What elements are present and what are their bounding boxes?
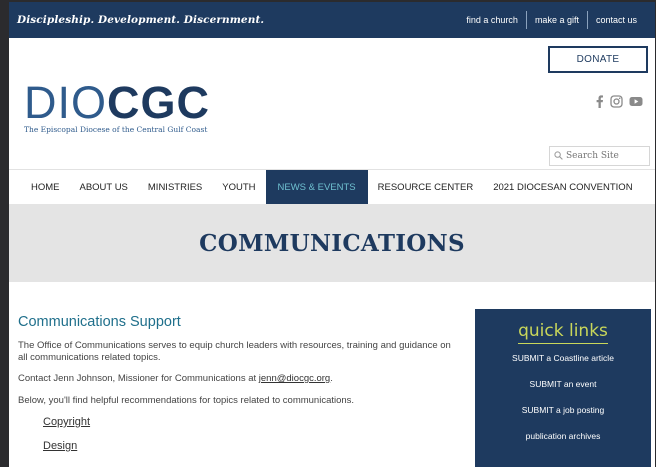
design-link[interactable]: Design bbox=[43, 440, 458, 452]
logo-part-cgc: CGC bbox=[107, 77, 211, 128]
logo-part-dio: DIO bbox=[24, 77, 108, 128]
browser-page: Discipleship. Development. Discernment. … bbox=[9, 2, 655, 467]
find-church-link[interactable]: find a church bbox=[458, 15, 526, 25]
quick-links-title: quick links bbox=[518, 321, 608, 344]
recommendations-paragraph: Below, you'll find helpful recommendatio… bbox=[18, 394, 355, 406]
nav-about-us[interactable]: ABOUT US bbox=[70, 170, 138, 204]
copyright-link[interactable]: Copyright bbox=[43, 416, 458, 428]
nav-ministries[interactable]: MINISTRIES bbox=[138, 170, 212, 204]
page-title: COMMUNICATIONS bbox=[199, 229, 465, 257]
logo-subtitle: The Episcopal Diocese of the Central Gul… bbox=[24, 125, 208, 134]
contact-period: . bbox=[330, 373, 333, 384]
contact-text: Contact Jenn Johnson, Missioner for Comm… bbox=[18, 373, 259, 384]
logo-wordmark: DIOCGC bbox=[24, 80, 210, 125]
main-content: Communications Support The Office of Com… bbox=[18, 314, 458, 464]
contact-us-link[interactable]: contact us bbox=[588, 15, 645, 25]
search-icon bbox=[554, 147, 563, 165]
nav-diocesan-convention[interactable]: 2021 DIOCESAN CONVENTION bbox=[483, 170, 642, 204]
nav-resource-center[interactable]: RESOURCE CENTER bbox=[368, 170, 484, 204]
nav-news-events[interactable]: NEWS & EVENTS bbox=[265, 170, 368, 204]
donate-button[interactable]: DONATE bbox=[548, 46, 648, 73]
page-title-band: COMMUNICATIONS bbox=[9, 204, 655, 282]
section-heading: Communications Support bbox=[18, 314, 181, 330]
email-link[interactable]: jenn@diocgc.org bbox=[259, 373, 330, 384]
make-gift-link[interactable]: make a gift bbox=[527, 15, 587, 25]
contact-paragraph: Contact Jenn Johnson, Missioner for Comm… bbox=[18, 373, 458, 385]
top-bar: Discipleship. Development. Discernment. … bbox=[9, 2, 655, 38]
quick-links-panel: quick links SUBMIT a Coastline article S… bbox=[475, 309, 651, 467]
submit-coastline-link[interactable]: SUBMIT a Coastline article bbox=[475, 352, 651, 365]
instagram-icon[interactable] bbox=[610, 95, 623, 108]
youtube-icon[interactable] bbox=[629, 96, 643, 107]
submit-job-link[interactable]: SUBMIT a job posting bbox=[475, 404, 651, 417]
nav-home[interactable]: HOME bbox=[9, 170, 70, 204]
publication-archives-link[interactable]: publication archives bbox=[475, 430, 651, 443]
tagline: Discipleship. Development. Discernment. bbox=[17, 14, 265, 26]
nav-youth[interactable]: YOUTH bbox=[212, 170, 265, 204]
site-logo[interactable]: DIOCGC The Episcopal Diocese of the Cent… bbox=[24, 80, 210, 134]
intro-paragraph: The Office of Communications serves to e… bbox=[18, 340, 451, 363]
search-box[interactable] bbox=[549, 146, 650, 166]
main-nav: HOME ABOUT US MINISTRIES YOUTH NEWS & EV… bbox=[9, 169, 655, 204]
search-input[interactable] bbox=[566, 151, 646, 161]
top-links: find a church make a gift contact us bbox=[458, 11, 645, 29]
submit-event-link[interactable]: SUBMIT an event bbox=[475, 378, 651, 391]
social-links bbox=[595, 95, 643, 108]
facebook-icon[interactable] bbox=[595, 95, 604, 108]
topic-links: Copyright Design bbox=[18, 416, 458, 452]
